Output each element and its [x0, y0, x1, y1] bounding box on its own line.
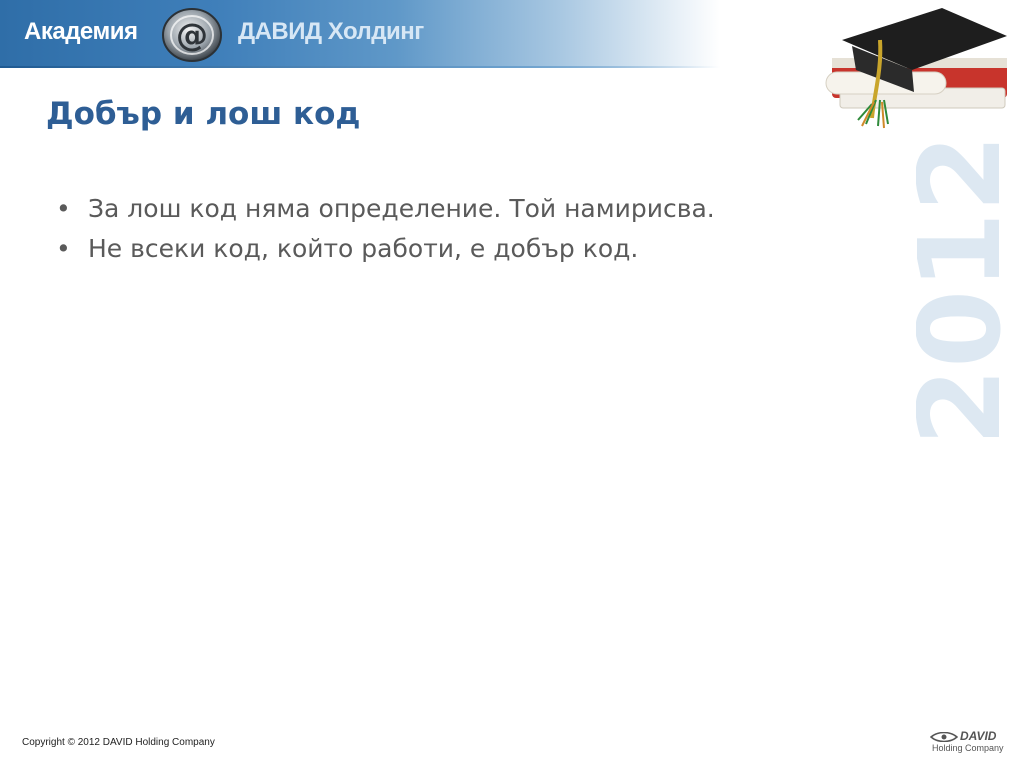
footer-company-logo: DAVID Holding Company [930, 729, 1010, 755]
eye-logo-icon [930, 732, 958, 742]
brand-academy-label: Академия [24, 18, 138, 45]
brand-holding-label: ДАВИД Холдинг [238, 18, 424, 45]
bullet-item: • За лош код няма определение. Той намир… [56, 192, 876, 225]
watermark-year-text: 2012 [916, 140, 1020, 440]
bullet-dot-icon: • [56, 194, 71, 223]
slide-title: Добър и лош код [46, 96, 361, 132]
bullet-dot-icon: • [56, 234, 71, 263]
year-watermark: 2012 [916, 140, 1020, 440]
at-sign-logo-icon: @ [162, 8, 222, 62]
header-divider [0, 66, 720, 68]
bullet-text: За лош код няма определение. Той намирис… [88, 194, 715, 223]
graduation-cap-books-image [825, 8, 1007, 129]
bullet-text: Не всеки код, който работи, е добър код. [88, 234, 639, 263]
logo-symbol: @ [176, 16, 208, 54]
footer-logo-word: DAVID [960, 729, 997, 743]
bullet-list: • За лош код няма определение. Той намир… [56, 192, 876, 272]
footer-copyright: Copyright © 2012 DAVID Holding Company [22, 737, 215, 748]
footer-logo-subtitle: Holding Company [932, 743, 1004, 753]
bullet-item: • Не всеки код, който работи, е добър ко… [56, 232, 876, 265]
